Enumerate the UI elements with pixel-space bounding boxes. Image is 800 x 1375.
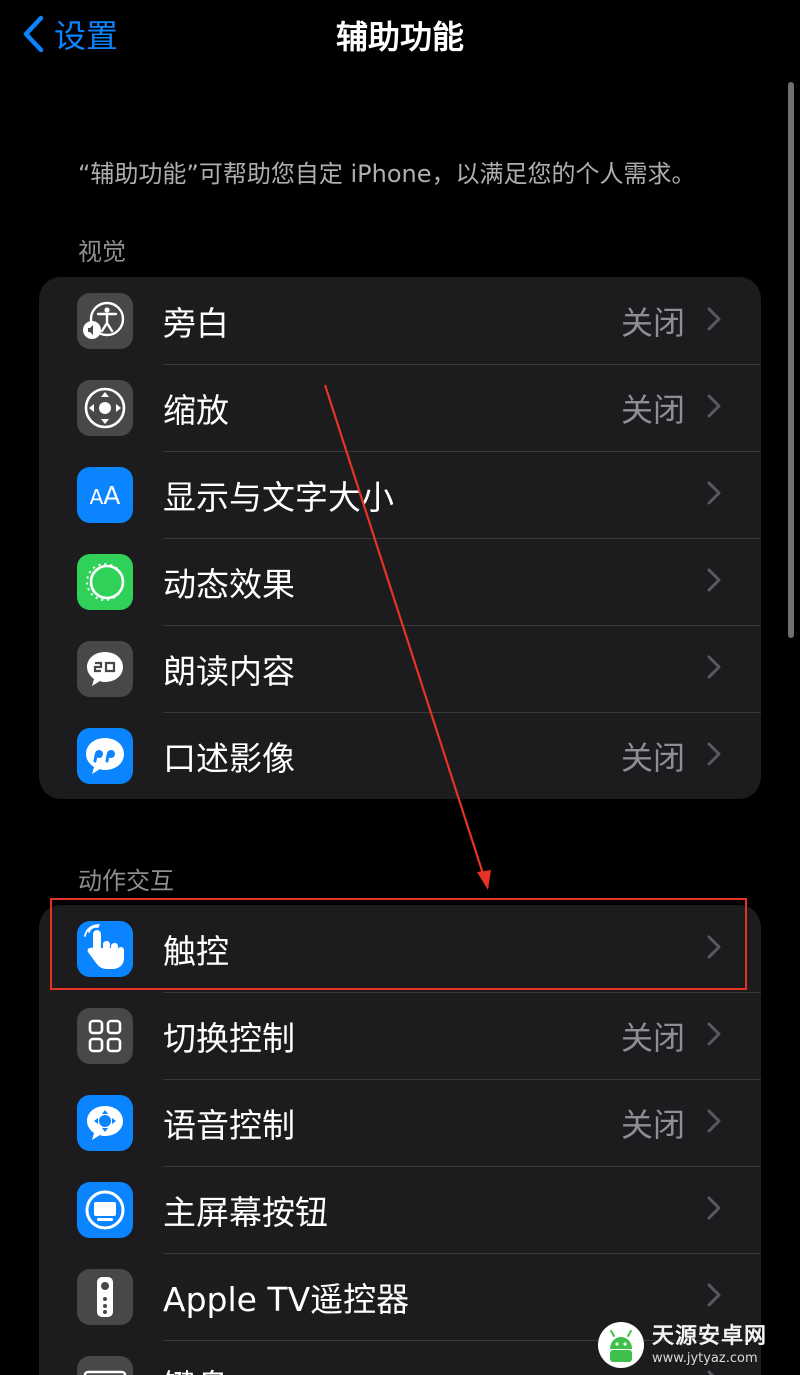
android-logo-icon [598, 1322, 644, 1368]
row-label: 缩放 [163, 390, 229, 430]
row-label: 旁白 [163, 303, 229, 343]
home-button-icon [77, 1182, 133, 1238]
row-label: 语音控制 [163, 1105, 295, 1145]
page-title: 辅助功能 [335, 18, 464, 56]
chevron-right-icon [707, 655, 721, 683]
row-value: 关闭 [620, 390, 685, 429]
row-value: 关闭 [620, 1018, 685, 1057]
chevron-right-icon [707, 568, 721, 596]
audio-descriptions-icon [77, 728, 133, 784]
chevron-right-icon [707, 481, 721, 509]
row-voice-control[interactable]: 语音控制 关闭 [39, 1079, 761, 1166]
voice-control-icon [77, 1095, 133, 1151]
row-value: 关闭 [620, 738, 685, 777]
row-spoken-content[interactable]: 朗读内容 [39, 625, 761, 712]
chevron-right-icon [707, 742, 721, 770]
section-header-physical-motor: 动作交互 [78, 867, 174, 895]
chevron-right-icon [707, 1022, 721, 1050]
watermark-url: www.jytyaz.com [652, 1350, 758, 1366]
row-display-text-size[interactable]: AA 显示与文字大小 [39, 451, 761, 538]
watermark: 天源安卓网 www.jytyaz.com [596, 1318, 800, 1372]
switch-control-icon [77, 1008, 133, 1064]
row-home-button[interactable]: 主屏幕按钮 [39, 1166, 761, 1253]
chevron-right-icon [707, 1109, 721, 1137]
row-switch-control[interactable]: 切换控制 关闭 [39, 992, 761, 1079]
row-value: 关闭 [620, 303, 685, 342]
row-zoom[interactable]: 缩放 关闭 [39, 364, 761, 451]
navigation-bar: 设置 辅助功能 [0, 0, 800, 72]
motion-icon [77, 554, 133, 610]
row-motion[interactable]: 动态效果 [39, 538, 761, 625]
keyboard-icon [77, 1356, 133, 1375]
row-audio-descriptions[interactable]: 口述影像 关闭 [39, 712, 761, 799]
chevron-right-icon [707, 307, 721, 335]
chevron-right-icon [707, 394, 721, 422]
row-label: 显示与文字大小 [163, 477, 394, 517]
scrollbar[interactable] [788, 82, 794, 638]
text-size-icon: AA [77, 467, 133, 523]
row-label: 切换控制 [163, 1018, 295, 1058]
watermark-title: 天源安卓网 [652, 1323, 768, 1349]
voiceover-icon [77, 293, 133, 349]
svg-text:AA: AA [90, 481, 121, 510]
apple-tv-remote-icon [77, 1269, 133, 1325]
row-touch[interactable]: 触控 [39, 905, 761, 992]
vision-group: 旁白 关闭 缩放 关闭 AA 显示与文字大小 动态效果 朗读内容 口述影像 关闭 [39, 277, 761, 799]
row-label: Apple TV遥控器 [163, 1279, 410, 1319]
row-label: 口述影像 [163, 738, 295, 778]
physical-motor-group: 触控 切换控制 关闭 语音控制 关闭 主屏幕按钮 Apple TV遥控器 [39, 905, 761, 1375]
row-label: 主屏幕按钮 [163, 1192, 328, 1232]
intro-text: “辅助功能”可帮助您自定 iPhone，以满足您的个人需求。 [78, 160, 696, 188]
spoken-content-icon [77, 641, 133, 697]
section-header-vision: 视觉 [78, 238, 126, 266]
touch-icon [77, 921, 133, 977]
chevron-right-icon [707, 1196, 721, 1224]
row-label: 朗读内容 [163, 651, 295, 691]
chevron-right-icon [707, 935, 721, 963]
row-value: 关闭 [620, 1105, 685, 1144]
row-voiceover[interactable]: 旁白 关闭 [39, 277, 761, 364]
chevron-right-icon [707, 1283, 721, 1311]
row-label: 动态效果 [163, 564, 295, 604]
zoom-icon [77, 380, 133, 436]
row-label: 触控 [163, 931, 229, 971]
row-label: 键盘 [163, 1360, 229, 1375]
